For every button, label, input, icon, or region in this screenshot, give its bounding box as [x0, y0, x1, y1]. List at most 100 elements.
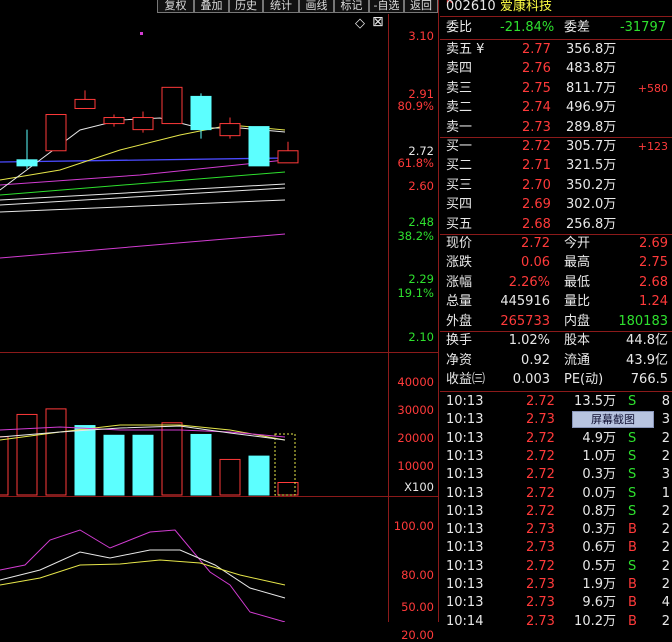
fund-row[interactable]: 净资 0.92 流通 43.9亿 [440, 351, 672, 371]
tick-n: 1 [661, 485, 670, 501]
volume-bar [248, 455, 270, 496]
quote-value: 265733 [500, 313, 550, 329]
axis-label: 19.1% [397, 286, 434, 300]
tick-row[interactable]: 10:13 2.73 0.3万 B 2 [440, 521, 672, 539]
tick-price: 2.72 [526, 503, 555, 519]
quote-panel: R 002610 爱康科技 委比 -21.84% 委差 -31797 卖五 ¥ 2… [440, 0, 672, 629]
panel-separator [438, 0, 439, 622]
tick-vol: 1.0万 [582, 448, 616, 464]
tick-time: 10:13 [446, 540, 484, 556]
tick-vol: 0.3万 [582, 467, 616, 483]
ask-price: 2.74 [522, 100, 551, 116]
bid-row[interactable]: 买四 2.69 302.0万 [440, 195, 672, 215]
bid-label: 买四 [446, 197, 473, 213]
ask-label: 卖一 [446, 119, 473, 135]
diamond-icon[interactable]: ◇ [355, 16, 365, 31]
quote-label: 外盘 [446, 313, 473, 329]
ask-volume: 496.9万 [566, 100, 617, 116]
marker-dot [140, 32, 143, 35]
ask-price: 2.76 [522, 61, 551, 77]
tick-row[interactable]: 10:13 2.72 0.5万 S 2 [440, 558, 672, 576]
candle-body [132, 117, 154, 131]
tick-time: 10:13 [446, 430, 484, 446]
quote-row[interactable]: 涨跌 0.06 最高 2.75 [440, 253, 672, 273]
tick-row[interactable]: 10:13 2.72 0.3万 S 3 [440, 466, 672, 484]
bid-price: 2.69 [522, 197, 551, 213]
tick-price: 2.72 [526, 448, 555, 464]
volume-bar [190, 433, 212, 496]
fund-value: 44.8亿 [626, 333, 668, 348]
tick-vol: 0.6万 [582, 540, 616, 556]
bid-volume: 321.5万 [566, 158, 617, 174]
kdj-d [0, 559, 286, 586]
tick-side: S [628, 503, 637, 519]
tick-row[interactable]: 10:13 2.72 0.8万 S 2 [440, 503, 672, 521]
bid-row[interactable]: 买一 2.72 305.7万 +123 [440, 137, 672, 157]
ask-label: 卖三 [446, 80, 473, 96]
quote-row[interactable]: 总量 445916 量比 1.24 [440, 292, 672, 312]
bid-volume: 256.8万 [566, 216, 617, 232]
stock-header: R 002610 爱康科技 [440, 0, 672, 15]
fund-label: PE(动) [564, 372, 604, 387]
tick-row[interactable]: 10:13 2.72 1.0万 S 2 [440, 448, 672, 466]
axis-label: 80.00 [401, 568, 434, 582]
bid-row[interactable]: 买五 2.68 256.8万 [440, 215, 672, 235]
tick-vol: 1.9万 [582, 577, 616, 592]
screenshot-button[interactable]: 屏幕截图 [572, 411, 654, 428]
tick-row[interactable]: 10:13 2.72 4.9万 S 2 [440, 430, 672, 448]
kline-chart-area[interactable]: 复权 叠加 历史 统计 画线 标记 -自选 返回 ◇ ⊠ 3.10 2.91 2.72 2.60 2.… [0, 0, 440, 642]
fund-row[interactable]: 收益㈢ 0.003 PE(动) 766.5 [440, 370, 672, 390]
tick-vol: 4.9万 [582, 430, 616, 446]
tick-price: 2.72 [526, 558, 555, 574]
expand-icon[interactable]: ⊠ [372, 14, 384, 30]
tick-price: 2.73 [526, 412, 555, 428]
tick-vol: 0.8万 [582, 503, 616, 519]
ask-volume: 483.8万 [566, 61, 617, 77]
quote-row[interactable]: 现价 2.72 今开 2.69 [440, 234, 672, 254]
tick-side: S [628, 485, 637, 501]
fund-label: 换手 [446, 333, 473, 348]
bid-label: 买二 [446, 158, 473, 174]
ask-row[interactable]: 卖三 2.75 811.7万 +580 [440, 79, 672, 99]
tick-row[interactable]: 10:13 2.73 0.6万 B 2 [440, 539, 672, 557]
quote-value: 2.69 [639, 236, 668, 251]
ratio-value: -21.84% [500, 20, 555, 35]
tick-row[interactable]: 10:13 2.73 1.9万 B 2 [440, 576, 672, 594]
bid-row[interactable]: 买二 2.71 321.5万 [440, 156, 672, 176]
tick-row[interactable]: 10:13 2.72 0.0万 S 1 [440, 485, 672, 503]
ask-row[interactable]: 卖四 2.76 483.8万 [440, 59, 672, 79]
fund-value: 0.92 [521, 352, 550, 368]
pane-divider-volume [0, 352, 438, 353]
fund-label: 收益㈢ [446, 372, 486, 387]
tick-row[interactable]: 10:13 2.73 9.6万 B 4 [440, 594, 672, 612]
stock-code[interactable]: 002610 [446, 0, 496, 17]
ask-row[interactable]: 卖一 2.73 289.8万 [440, 118, 672, 138]
candle-body [219, 123, 241, 137]
tick-vol: 0.3万 [582, 522, 616, 538]
divider [440, 16, 672, 17]
bid-price: 2.71 [522, 158, 551, 174]
ask-label: 卖四 [446, 61, 473, 77]
ask-row[interactable]: 卖五 ¥ 2.77 356.8万 [440, 40, 672, 60]
bid-row[interactable]: 买三 2.70 350.2万 [440, 176, 672, 196]
tick-n: 3 [661, 467, 670, 483]
ask-row[interactable]: 卖二 2.74 496.9万 [440, 98, 672, 118]
quote-row[interactable]: 外盘 265733 内盘 180183 [440, 312, 672, 332]
fund-row[interactable]: 换手 1.02% 股本 44.8亿 [440, 331, 672, 351]
bid-change: +123 [637, 140, 668, 153]
ask-volume: 811.7万 [566, 80, 617, 96]
volume-bar [74, 425, 96, 496]
chart-svg [0, 32, 299, 622]
tick-row[interactable]: 10:13 2.72 13.5万 S 8 [440, 393, 672, 411]
volume-bar [161, 422, 183, 496]
tick-n: 2 [661, 558, 670, 574]
quote-value: 2.75 [639, 255, 668, 271]
tick-time: 10:13 [446, 577, 484, 592]
fund-label: 净资 [446, 352, 473, 368]
axis-label: 80.9% [397, 99, 434, 113]
tick-time: 10:13 [446, 412, 484, 428]
quote-row[interactable]: 涨幅 2.26% 最低 2.68 [440, 273, 672, 293]
tick-n: 3 [661, 412, 670, 428]
quote-label: 总量 [446, 294, 473, 310]
stock-name[interactable]: 爱康科技 [500, 0, 552, 17]
